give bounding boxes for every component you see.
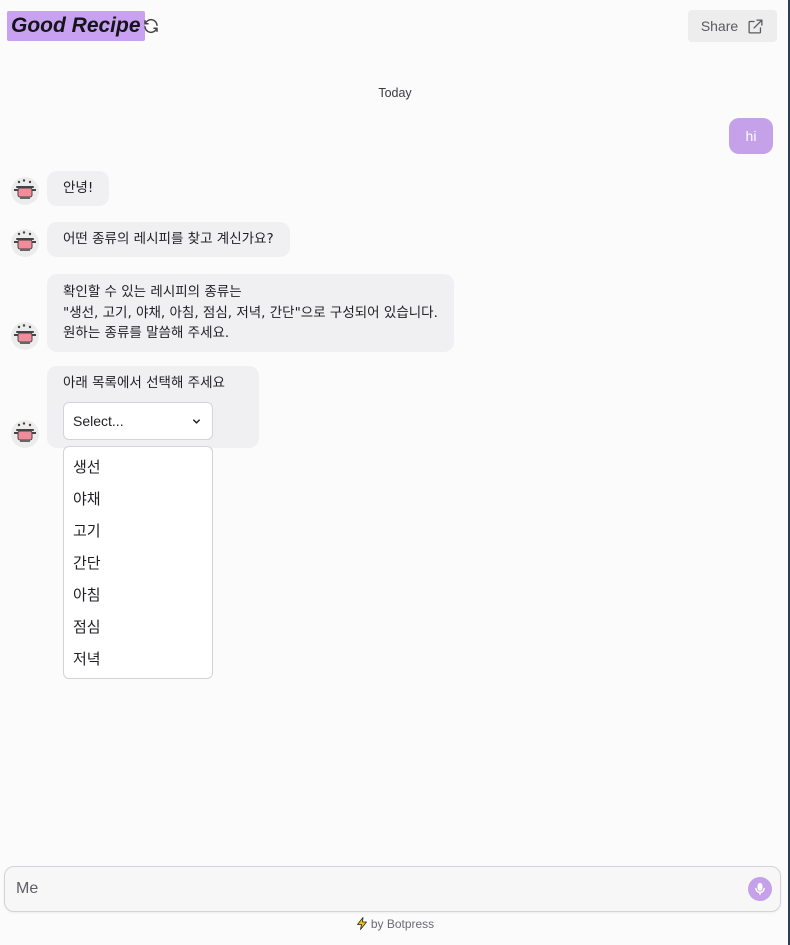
header: Good Recipe Share — [0, 0, 790, 52]
user-message: hi — [729, 118, 773, 154]
select-options-menu: 생선 야채 고기 간단 아침 점심 저녁 — [63, 446, 213, 679]
share-button[interactable]: Share — [688, 10, 777, 42]
chevron-down-icon — [193, 419, 200, 424]
select-placeholder: Select... — [73, 413, 124, 429]
refresh-icon[interactable] — [142, 17, 160, 35]
message-line: 확인할 수 있는 레시피의 종류는 — [63, 284, 242, 300]
bot-avatar-icon — [11, 229, 39, 257]
footer-text: by Botpress — [370, 917, 435, 931]
message-input[interactable] — [16, 867, 736, 911]
bot-title: Good Recipe — [7, 11, 145, 41]
bot-avatar-icon — [11, 420, 39, 448]
message-line: 아래 목록에서 선택해 주세요 — [63, 375, 225, 391]
message-line: 원하는 종류를 말씀해 주세요. — [63, 325, 230, 341]
message-composer — [4, 866, 781, 912]
select-option[interactable]: 점심 — [64, 611, 212, 643]
powered-by-footer[interactable]: by Botpress — [0, 917, 790, 931]
bot-message-multiline: 확인할 수 있는 레시피의 종류는 "생선, 고기, 야채, 아침, 점심, 저… — [47, 274, 454, 352]
select-option[interactable]: 간단 — [64, 547, 212, 579]
recipe-type-select[interactable]: Select... — [63, 402, 213, 440]
bot-message: 안녕! — [47, 171, 110, 206]
microphone-button[interactable] — [748, 877, 772, 901]
select-option[interactable]: 저녁 — [64, 643, 212, 675]
day-divider: Today — [378, 86, 412, 100]
select-option[interactable]: 고기 — [64, 515, 212, 547]
external-link-icon — [748, 18, 763, 34]
select-option[interactable]: 아침 — [64, 579, 212, 611]
bot-avatar-icon — [11, 177, 39, 205]
share-label: Share — [700, 18, 739, 34]
bot-message: 어떤 종류의 레시피를 찾고 계신가요? — [47, 222, 290, 257]
select-option[interactable]: 생선 — [64, 451, 212, 483]
microphone-icon — [755, 883, 765, 895]
lightning-icon — [356, 917, 367, 930]
bot-avatar-icon — [11, 322, 39, 350]
select-option[interactable]: 야채 — [64, 483, 212, 515]
message-line: "생선, 고기, 야채, 아침, 점심, 저녁, 간단"으로 구성되어 있습니다… — [63, 304, 438, 321]
